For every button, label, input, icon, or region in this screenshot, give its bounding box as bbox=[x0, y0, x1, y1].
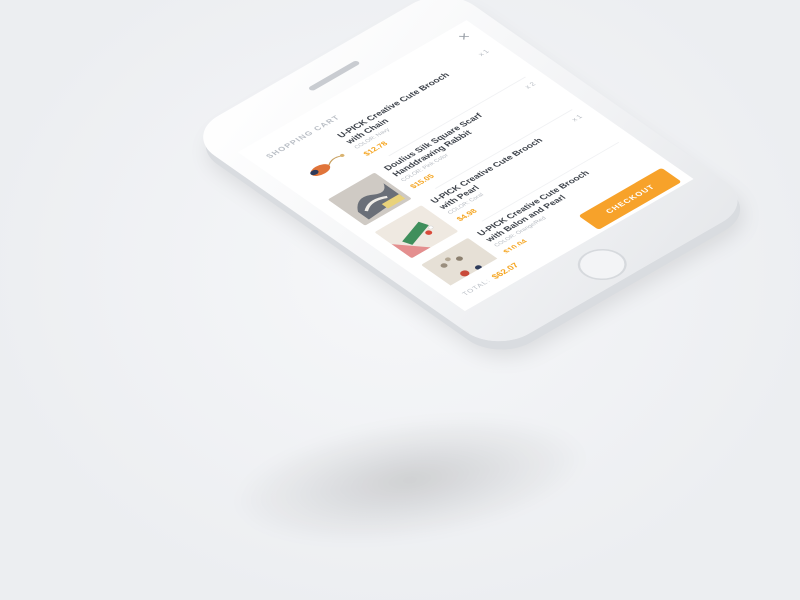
product-quantity[interactable]: x 1 bbox=[571, 114, 585, 122]
total-value: $62.07 bbox=[489, 261, 521, 281]
home-button[interactable] bbox=[567, 242, 637, 287]
phone-shadow bbox=[223, 395, 597, 565]
total-label: TOTAL: bbox=[461, 278, 493, 297]
product-quantity[interactable]: x 1 bbox=[477, 49, 491, 57]
close-icon[interactable]: × bbox=[454, 30, 475, 44]
phone-mockup: SHOPPING CART × U-PICK Creative Cute Bro… bbox=[185, 0, 756, 353]
product-quantity[interactable]: x 2 bbox=[524, 82, 538, 90]
